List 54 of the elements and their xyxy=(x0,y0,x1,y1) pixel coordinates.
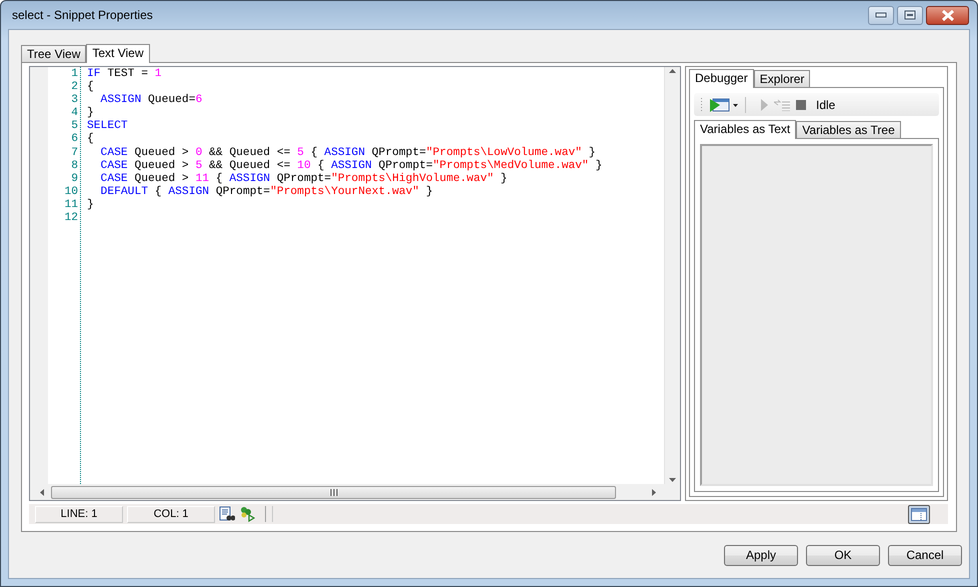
column-indicator: COL: 1 xyxy=(127,506,215,522)
tab[interactable]: Debugger xyxy=(689,69,754,88)
document-search-icon[interactable] xyxy=(219,506,235,522)
line-number: 11 xyxy=(63,198,79,212)
stop-icon[interactable] xyxy=(796,100,806,110)
scroll-down-icon[interactable] xyxy=(669,478,676,482)
code-editor[interactable] xyxy=(29,66,681,501)
tab[interactable]: Explorer xyxy=(754,70,810,87)
scroll-up-icon[interactable] xyxy=(669,69,676,73)
minimize-icon xyxy=(875,12,887,18)
run-icon[interactable] xyxy=(709,96,739,112)
line-number: 7 xyxy=(70,146,79,160)
minimize-button[interactable] xyxy=(868,6,894,24)
code-line: ASSIGN Queued=6 xyxy=(100,94,202,108)
tab[interactable]: Variables as Tree xyxy=(796,121,901,138)
line-indicator: LINE: 1 xyxy=(35,506,123,522)
status-text: Idle xyxy=(816,96,836,114)
code-line: { xyxy=(87,133,94,147)
line-number: 3 xyxy=(70,94,79,108)
code-line: } xyxy=(87,107,94,120)
maximize-button[interactable] xyxy=(897,6,923,24)
tab[interactable]: Tree View xyxy=(21,45,86,62)
line-number: 8 xyxy=(70,160,79,173)
close-button[interactable] xyxy=(926,6,969,24)
line-number: 4 xyxy=(70,107,79,120)
code-line: } xyxy=(87,198,94,212)
code-line: SELECT xyxy=(87,120,128,132)
scroll-left-icon[interactable] xyxy=(40,488,44,496)
line-number: 5 xyxy=(70,120,79,134)
code-line: { xyxy=(87,81,94,94)
close-icon xyxy=(940,10,954,20)
code-line: DEFAULT { ASSIGN QPrompt="Prompts\YourNext.wav" } xyxy=(100,186,433,199)
line-number: 1 xyxy=(70,68,79,82)
line-number: 2 xyxy=(70,81,79,94)
window-title: select - Snippet Properties xyxy=(12,7,154,24)
maximize-icon xyxy=(904,10,916,20)
scroll-right-icon[interactable] xyxy=(652,488,656,496)
layout-toggle-button[interactable] xyxy=(908,504,930,524)
dialog-button[interactable]: OK xyxy=(806,544,880,566)
dialog-button[interactable]: Cancel xyxy=(888,544,962,566)
toolbar-grip-icon xyxy=(700,96,703,112)
dialog-button[interactable]: Apply xyxy=(724,544,798,566)
run-script-icon[interactable] xyxy=(239,506,255,522)
tab[interactable]: Text View xyxy=(86,44,150,63)
line-number: 10 xyxy=(63,186,79,199)
code-line: CASE Queued > 11 { ASSIGN QPrompt="Prompts\HighVolume.wav" } xyxy=(100,172,508,186)
scrollbar-thumb[interactable] xyxy=(51,486,616,498)
code-line: CASE Queued > 5 && Queued <= 10 { ASSIGN QPrompt="Prompts\MedVolume.wav" } xyxy=(100,160,602,172)
code-line: IF TEST = 1 xyxy=(87,68,162,80)
line-number: 9 xyxy=(70,172,79,186)
tab[interactable]: Variables as Text xyxy=(694,120,796,139)
line-number: 12 xyxy=(63,212,79,226)
line-number: 6 xyxy=(70,133,79,147)
code-line: CASE Queued > 0 && Queued <= 5 { ASSIGN QPrompt="Prompts\LowVolume.wav" } xyxy=(100,146,596,160)
